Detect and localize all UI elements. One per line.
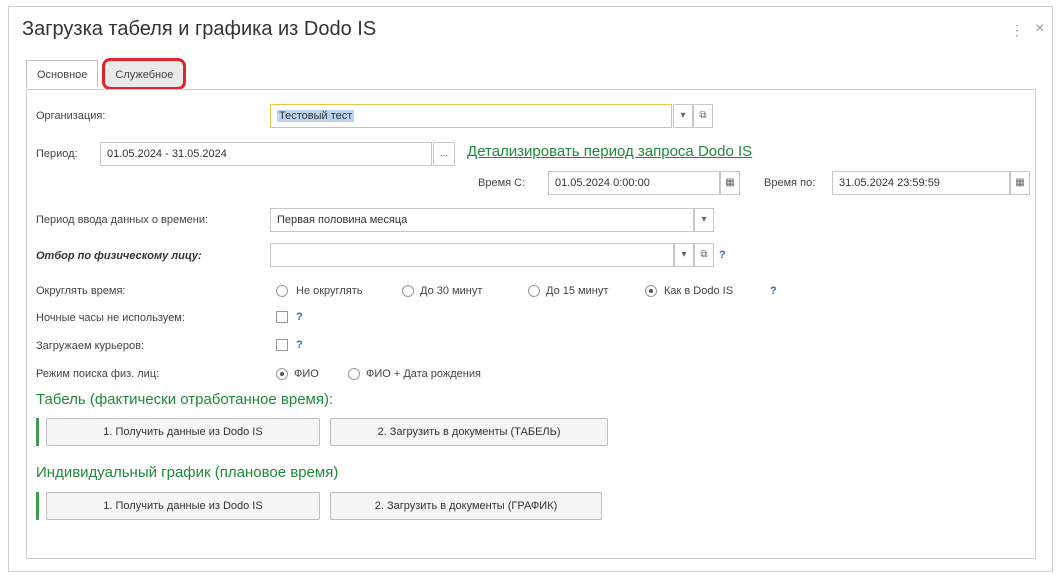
round-option-none-radio[interactable] <box>276 285 288 297</box>
filter-dropdown-icon[interactable]: ▾ <box>674 243 694 267</box>
tabel-section-title: Табель (фактически отработанное время): <box>36 391 334 408</box>
search-fio-birth-radio[interactable] <box>348 368 360 380</box>
search-fio-label: ФИО <box>294 368 319 380</box>
schedule-get-data-button[interactable]: 1. Получить данные из Dodo IS <box>46 492 320 520</box>
round-option-none-label: Не округлять <box>296 285 363 297</box>
org-field[interactable]: Тестовый тест <box>270 104 672 128</box>
round-time-label: Округлять время: <box>36 285 126 297</box>
time-to-field[interactable]: 31.05.2024 23:59:59 <box>832 171 1010 195</box>
night-hours-help-icon[interactable]: ? <box>296 311 303 323</box>
schedule-section-title: Индивидуальный график (плановое время) <box>36 464 339 481</box>
tabel-section-bar <box>36 418 39 446</box>
round-option-30-label: До 30 минут <box>420 285 483 297</box>
input-period-label: Период ввода данных о времени: <box>36 214 209 226</box>
input-period-select[interactable]: Первая половина месяца <box>270 208 694 232</box>
time-to-label: Время по: <box>764 177 816 189</box>
filter-help-icon[interactable]: ? <box>719 249 726 261</box>
round-option-15-label: До 15 минут <box>546 285 609 297</box>
time-from-calendar-icon[interactable]: ▦ <box>720 171 740 195</box>
org-label: Организация: <box>36 110 106 122</box>
period-select-button[interactable]: ... <box>433 142 455 166</box>
tabel-load-docs-button[interactable]: 2. Загрузить в документы (ТАБЕЛЬ) <box>330 418 608 446</box>
round-help-icon[interactable]: ? <box>770 285 777 297</box>
org-dropdown-icon[interactable]: ▾ <box>673 104 693 128</box>
detail-period-link[interactable]: Детализировать период запроса Dodo IS <box>467 143 752 160</box>
round-option-dodo-radio[interactable] <box>645 285 657 297</box>
schedule-load-docs-button[interactable]: 2. Загрузить в документы (ГРАФИК) <box>330 492 602 520</box>
search-fio-birth-label: ФИО + Дата рождения <box>366 368 481 380</box>
time-to-calendar-icon[interactable]: ▦ <box>1010 171 1030 195</box>
org-value: Тестовый тест <box>277 110 355 122</box>
tabel-get-data-button[interactable]: 1. Получить данные из Dodo IS <box>46 418 320 446</box>
couriers-help-icon[interactable]: ? <box>296 339 303 351</box>
night-hours-label: Ночные часы не используем: <box>36 312 185 324</box>
couriers-label: Загружаем курьеров: <box>36 340 145 352</box>
tab-main[interactable]: Основное <box>26 60 99 88</box>
close-icon[interactable]: × <box>1035 20 1044 38</box>
period-label: Период: <box>36 148 78 160</box>
couriers-checkbox[interactable] <box>276 339 288 351</box>
search-fio-radio[interactable] <box>276 368 288 380</box>
search-mode-label: Режим поиска физ. лиц: <box>36 368 160 380</box>
tab-service[interactable]: Служебное <box>102 58 187 90</box>
filter-person-label: Отбор по физическому лицу: <box>36 250 202 262</box>
tab-bar: Основное Служебное <box>26 58 190 90</box>
night-hours-checkbox[interactable] <box>276 311 288 323</box>
round-option-15-radio[interactable] <box>528 285 540 297</box>
more-menu-icon[interactable]: ⋮ <box>1010 22 1024 39</box>
filter-person-field[interactable] <box>270 243 674 267</box>
time-from-label: Время С: <box>478 177 526 189</box>
period-field[interactable]: 01.05.2024 - 31.05.2024 <box>100 142 432 166</box>
dialog-title: Загрузка табеля и графика из Dodo IS <box>22 18 377 40</box>
time-from-field[interactable]: 01.05.2024 0:00:00 <box>548 171 720 195</box>
round-option-30-radio[interactable] <box>402 285 414 297</box>
input-period-dropdown-icon[interactable]: ▾ <box>694 208 714 232</box>
filter-open-icon[interactable]: ⧉ <box>694 243 714 267</box>
schedule-section-bar <box>36 492 39 520</box>
org-open-icon[interactable]: ⧉ <box>693 104 713 128</box>
round-option-dodo-label: Как в Dodo IS <box>664 285 734 297</box>
